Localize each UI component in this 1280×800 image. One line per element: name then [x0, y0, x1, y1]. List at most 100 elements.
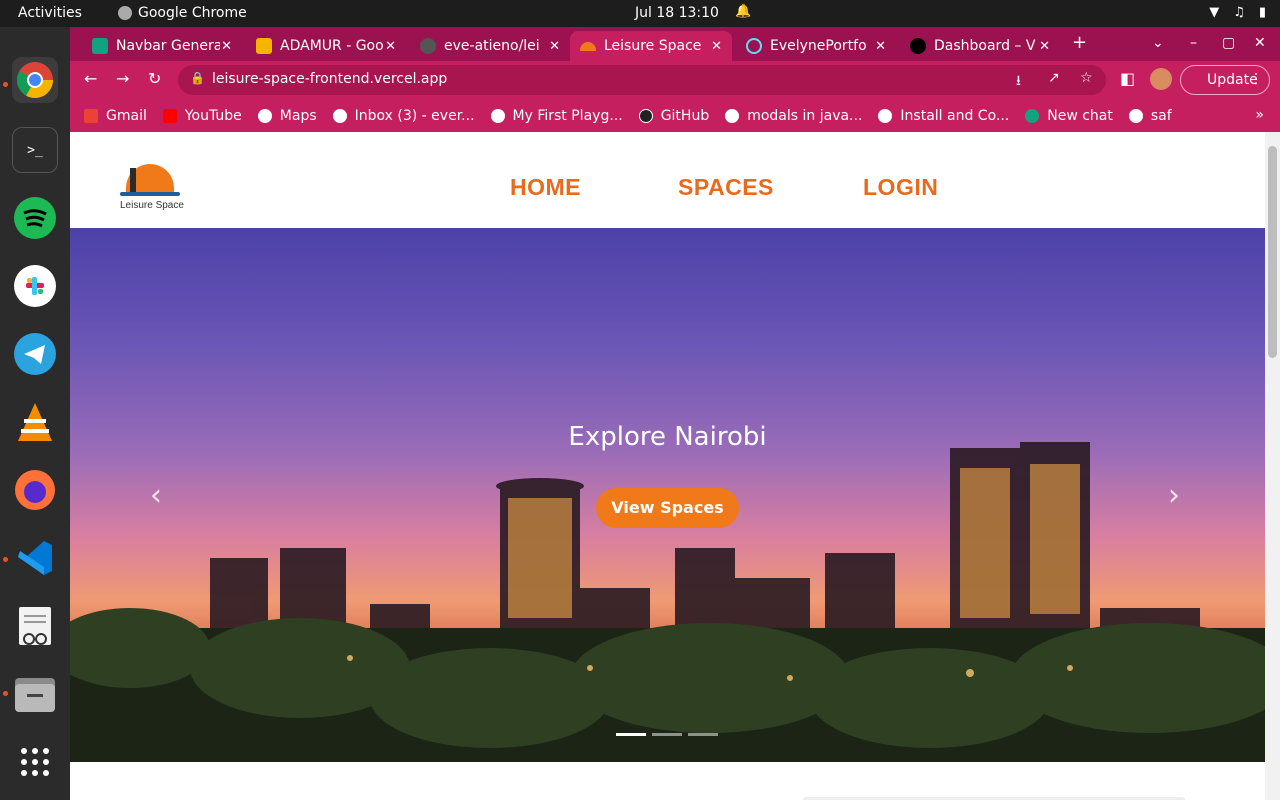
close-icon[interactable]: ✕ — [549, 39, 560, 54]
address-bar[interactable]: 🔒 leisure-space-frontend.vercel.app ⭳ ↗ … — [178, 65, 1106, 95]
avatar[interactable] — [1150, 68, 1172, 90]
scrollbar-thumb[interactable] — [1268, 146, 1277, 358]
bookmark-gmail[interactable]: Gmail — [84, 108, 147, 124]
install-icon[interactable]: ⭳ — [1016, 70, 1021, 94]
tab[interactable]: Dashboard – V ✕ — [900, 31, 1060, 61]
dock: >_ — [0, 27, 70, 800]
logo-text: Leisure Space — [120, 200, 184, 211]
globe-icon — [490, 108, 505, 123]
tab-title: Navbar Genera — [116, 38, 220, 54]
bookmark-new-chat[interactable]: New chat — [1025, 108, 1113, 124]
tab-active[interactable]: Leisure Space ✕ — [570, 31, 732, 61]
close-icon[interactable]: ✕ — [875, 39, 886, 54]
bookmark-maps[interactable]: Maps — [257, 108, 317, 124]
activities-button[interactable]: Activities — [18, 5, 82, 21]
carousel-indicators — [616, 733, 718, 736]
react-icon — [746, 38, 762, 54]
view-spaces-button[interactable]: View Spaces — [596, 488, 739, 528]
vlc-icon[interactable] — [12, 399, 58, 445]
firefox-icon[interactable] — [12, 467, 58, 513]
system-tray[interactable]: ▼ ♫ ▮ — [1209, 5, 1266, 20]
url-text[interactable]: leisure-space-frontend.vercel.app — [212, 71, 447, 87]
carousel-indicator[interactable] — [616, 733, 646, 736]
page-viewport: Leisure Space HOME SPACES LOGIN ‹ › Expl… — [70, 132, 1265, 800]
github-icon — [638, 108, 653, 123]
chevron-down-icon[interactable]: ⌄ — [1152, 35, 1164, 51]
nav-home[interactable]: HOME — [510, 174, 581, 201]
tab[interactable]: eve-atieno/lei ✕ — [410, 31, 570, 61]
back-button[interactable]: ← — [84, 69, 97, 88]
bookmark-playground[interactable]: My First Playg... — [490, 108, 623, 124]
bookmark-github[interactable]: GitHub — [638, 108, 709, 124]
bookmark-saf[interactable]: saf — [1128, 108, 1172, 124]
close-icon[interactable]: ✕ — [221, 39, 232, 54]
tab-title: Dashboard – V — [934, 38, 1036, 54]
hero-title: Explore Nairobi — [568, 422, 767, 452]
telegram-icon[interactable] — [12, 331, 58, 377]
carousel-indicator[interactable] — [688, 733, 718, 736]
carousel-next-icon[interactable]: › — [1168, 478, 1180, 513]
bookmark-youtube[interactable]: YouTube — [162, 108, 242, 124]
youtube-icon — [162, 108, 177, 123]
close-icon[interactable]: ✕ — [385, 39, 396, 54]
tab[interactable]: EvelynePortfo ✕ — [736, 31, 896, 61]
palm-logo-shape — [130, 168, 136, 192]
minimize-button[interactable]: – — [1190, 35, 1197, 51]
running-indicator — [3, 691, 8, 696]
close-icon[interactable]: ✕ — [711, 39, 722, 54]
carousel-indicator[interactable] — [652, 733, 682, 736]
clock[interactable]: Jul 18 13:10 — [635, 5, 719, 21]
nav-spaces[interactable]: SPACES — [678, 174, 774, 201]
close-window-button[interactable]: ✕ — [1254, 35, 1266, 51]
close-icon[interactable]: ✕ — [1039, 39, 1050, 54]
os-top-bar: Activities Google Chrome Jul 18 13:10 🔔 … — [0, 0, 1280, 27]
vercel-icon — [910, 38, 926, 54]
slack-icon[interactable] — [12, 263, 58, 309]
slides-icon — [256, 38, 272, 54]
battery-icon: ▮ — [1258, 5, 1266, 20]
volume-icon: ♫ — [1233, 5, 1245, 20]
spotify-icon[interactable] — [12, 195, 58, 241]
nav-login[interactable]: LOGIN — [863, 174, 938, 201]
globe-icon — [1128, 108, 1143, 123]
new-tab-button[interactable]: + — [1072, 32, 1087, 53]
vscode-icon[interactable] — [12, 535, 58, 581]
share-icon[interactable]: ↗ — [1048, 70, 1060, 86]
globe-icon — [878, 108, 893, 123]
page-scrollbar[interactable] — [1265, 132, 1280, 800]
running-indicator — [3, 82, 8, 87]
tab[interactable]: Navbar Genera ✕ — [82, 31, 242, 61]
bookmark-modals[interactable]: modals in java... — [725, 108, 862, 124]
running-indicator — [3, 557, 8, 562]
tab-strip: Navbar Genera ✕ ADAMUR - Goo ✕ eve-atien… — [70, 27, 1280, 61]
chrome-dock-icon[interactable] — [12, 57, 58, 103]
terminal-icon[interactable]: >_ — [12, 127, 58, 173]
github-icon — [420, 38, 436, 54]
app-menu[interactable]: Google Chrome — [118, 5, 247, 21]
files-icon[interactable] — [12, 671, 58, 717]
hero-carousel: ‹ › Explore Nairobi View Spaces — [70, 228, 1265, 762]
bookmark-install[interactable]: Install and Co... — [878, 108, 1009, 124]
app-grid-icon[interactable] — [12, 739, 58, 785]
star-icon[interactable]: ☆ — [1080, 70, 1093, 86]
kebab-menu-icon[interactable]: ⋮ — [1249, 71, 1263, 87]
side-panel-icon[interactable]: ◧ — [1120, 69, 1135, 88]
maximize-button[interactable]: ▢ — [1222, 35, 1235, 51]
google-icon — [332, 108, 347, 123]
tab-title: ADAMUR - Goo — [280, 38, 384, 54]
forward-button[interactable]: → — [116, 69, 129, 88]
more-bookmarks-icon[interactable]: » — [1255, 107, 1264, 123]
reload-button[interactable]: ↻ — [148, 69, 161, 88]
bookmark-inbox[interactable]: Inbox (3) - ever... — [332, 108, 475, 124]
lock-icon: 🔒 — [190, 71, 205, 85]
app-name: Google Chrome — [138, 5, 247, 21]
site-logo[interactable]: Leisure Space — [118, 162, 184, 214]
tab-title: eve-atieno/lei — [444, 38, 540, 54]
tab[interactable]: ADAMUR - Goo ✕ — [246, 31, 406, 61]
google-icon — [725, 108, 740, 123]
bookmarks-bar: Gmail YouTube Maps Inbox (3) - ever... M… — [70, 99, 1280, 132]
document-viewer-icon[interactable] — [12, 603, 58, 649]
toolbar: ← → ↻ 🔒 leisure-space-frontend.vercel.ap… — [70, 61, 1280, 99]
update-button[interactable]: Update ⋮ — [1180, 65, 1270, 95]
carousel-prev-icon[interactable]: ‹ — [150, 478, 162, 513]
